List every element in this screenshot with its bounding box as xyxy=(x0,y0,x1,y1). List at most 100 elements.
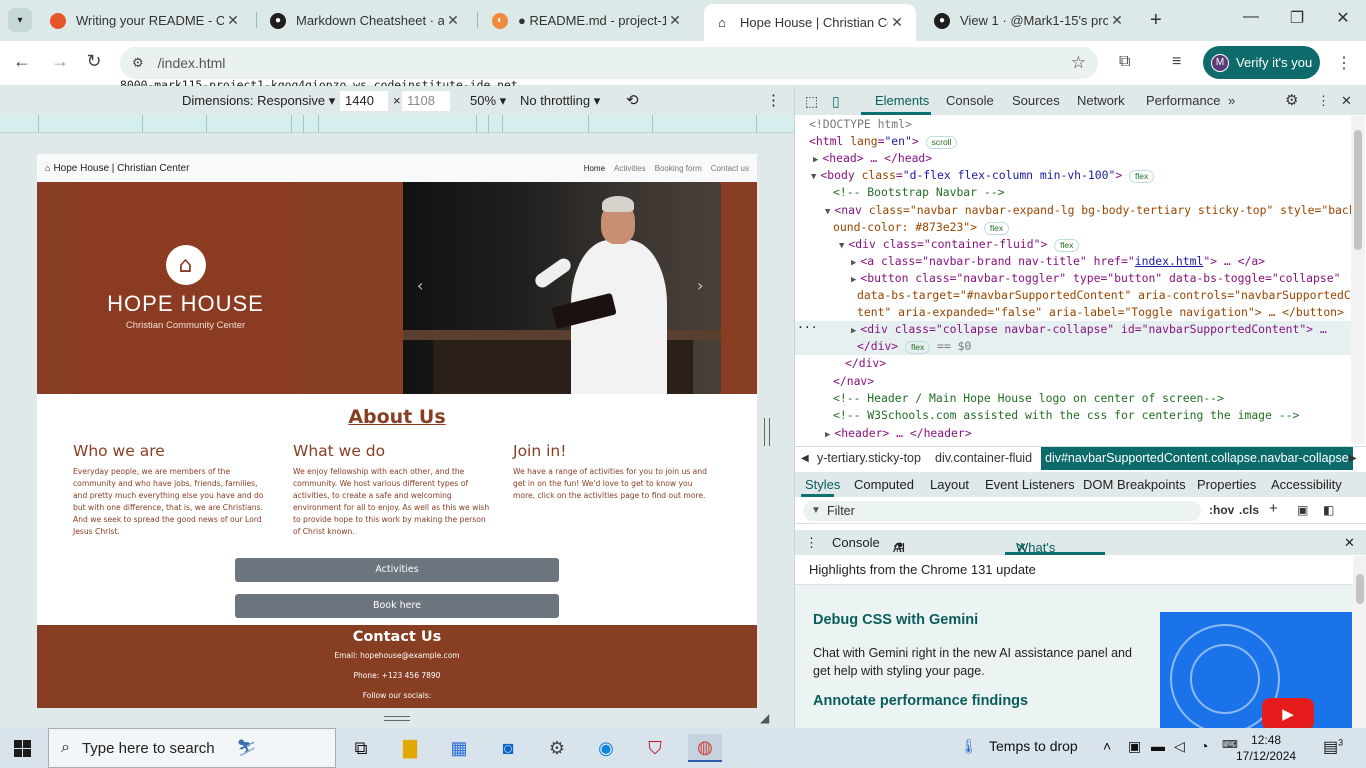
height-input[interactable]: 1108 xyxy=(402,91,450,111)
expand-arrow-icon[interactable]: ▶ xyxy=(851,258,856,268)
tab-properties[interactable]: Properties xyxy=(1197,477,1256,492)
expand-arrow-icon[interactable]: ▶ xyxy=(851,275,856,285)
expand-arrow-icon[interactable]: ▶ xyxy=(825,430,830,440)
feature-title-annotate[interactable]: Annotate performance findings xyxy=(813,693,1028,709)
close-icon[interactable]: ✕ xyxy=(444,12,462,29)
inspect-element-icon[interactable]: ⬚ xyxy=(805,93,818,110)
outlook-icon[interactable]: ◙ xyxy=(491,734,525,762)
close-icon[interactable]: ✕ xyxy=(224,12,242,29)
crumb-item[interactable]: div.container-fluid xyxy=(935,451,1032,465)
tab-accessibility[interactable]: Accessibility xyxy=(1271,477,1342,492)
resize-handle-bottom[interactable] xyxy=(384,716,410,721)
zoom-select[interactable]: 50% ▾ xyxy=(470,93,506,109)
drawer-tab-console[interactable]: Console xyxy=(832,535,880,550)
clock[interactable]: 12:48 17/12/2024 xyxy=(1236,732,1296,764)
tab-elements[interactable]: Elements xyxy=(875,93,929,108)
dom-line[interactable]: <!-- Header / Main Hope House logo on ce… xyxy=(833,390,1224,407)
tab-readme-gitpod[interactable]: ◐ ● README.md - project-1 - G ✕ xyxy=(482,4,694,37)
carousel-prev-icon[interactable]: ‹ xyxy=(417,276,423,295)
activities-button[interactable]: Activities xyxy=(235,558,559,582)
badge[interactable]: flex xyxy=(983,222,1010,235)
node-menu-icon[interactable]: ··· xyxy=(797,319,818,336)
devtools-menu-icon[interactable]: ⋮ xyxy=(1317,93,1330,109)
carousel-next-icon[interactable]: › xyxy=(697,276,703,295)
badge[interactable]: flex xyxy=(905,341,931,354)
address-bar[interactable]: ⚙ 8000-mark115-project1-kqog4giopzo.ws.c… xyxy=(120,47,1098,92)
mcafee-icon[interactable]: ⛉ xyxy=(638,734,672,762)
scroll-thumb[interactable] xyxy=(1356,574,1364,604)
close-drawer-icon[interactable]: ✕ xyxy=(1344,535,1355,551)
reload-button[interactable]: ↻ xyxy=(82,51,106,72)
video-thumbnail[interactable]: ▶ xyxy=(1160,612,1352,728)
settings-gear-icon[interactable]: ⚙ xyxy=(1285,91,1298,109)
weather-text[interactable]: Temps to drop xyxy=(989,738,1078,754)
dom-line[interactable]: </div> xyxy=(845,355,886,372)
network-icon[interactable]: ◔ xyxy=(1200,738,1208,754)
tab-view-project[interactable]: ● View 1 · @Mark1-15's proje ✕ xyxy=(924,4,1136,37)
dom-line[interactable]: <!DOCTYPE html> xyxy=(809,116,912,133)
tab-sources[interactable]: Sources xyxy=(1012,93,1060,108)
nav-link-contact[interactable]: Contact us xyxy=(711,164,749,173)
forward-button[interactable]: → xyxy=(48,51,72,72)
meet-icon[interactable]: ▣ xyxy=(1128,738,1141,755)
volume-icon[interactable]: ◁ xyxy=(1174,738,1185,755)
windows-start-icon[interactable] xyxy=(14,740,31,757)
nav-link-booking[interactable]: Booking form xyxy=(655,164,702,173)
badge[interactable]: flex xyxy=(1129,170,1155,183)
collapse-arrow-icon[interactable]: ▼ xyxy=(811,172,816,182)
nav-link-home[interactable]: Home xyxy=(584,164,605,173)
crumb-item-selected[interactable]: div#navbarSupportedContent.collapse.navb… xyxy=(1041,447,1353,470)
dimensions-select[interactable]: Dimensions: Responsive ▾ xyxy=(182,93,335,109)
expand-arrow-icon[interactable]: ▶ xyxy=(851,326,856,336)
dom-scrollbar[interactable] xyxy=(1351,116,1365,444)
extensions-icon[interactable]: ⧉ xyxy=(1119,53,1130,71)
badge[interactable]: flex xyxy=(1054,239,1080,252)
back-button[interactable]: ← xyxy=(10,51,34,72)
rotate-icon[interactable]: ⟲ xyxy=(626,91,639,109)
tab-search-button[interactable]: ▾ xyxy=(8,8,32,32)
site-info-icon[interactable]: ⚙ xyxy=(132,55,144,71)
media-control-icon[interactable]: ≡ xyxy=(1172,53,1181,71)
youtube-play-icon[interactable]: ▶ xyxy=(1262,698,1314,728)
tab-performance[interactable]: Performance xyxy=(1146,93,1220,108)
dom-line[interactable]: data-bs-target="#navbarSupportedContent"… xyxy=(857,287,1351,304)
tab-readme-code[interactable]: Writing your README - Code ✕ xyxy=(40,4,252,37)
book-here-button[interactable]: Book here xyxy=(235,594,559,618)
store-icon[interactable]: ▦ xyxy=(442,734,476,762)
width-input[interactable]: 1440 xyxy=(340,91,388,111)
crumb-item[interactable]: y-tertiary.sticky-top xyxy=(817,451,921,465)
settings-icon[interactable]: ⚙ xyxy=(540,734,574,762)
dom-line[interactable]: </nav> xyxy=(833,373,874,390)
dom-line[interactable]: <!-- W3Schools.com assisted with the css… xyxy=(833,407,1299,424)
tray-overflow-icon[interactable]: ˄ xyxy=(1103,738,1111,754)
tab-computed[interactable]: Computed xyxy=(854,477,914,492)
media-query-ruler[interactable] xyxy=(0,115,794,133)
badge[interactable]: scroll xyxy=(925,136,958,149)
dom-line[interactable]: </div> flex == $0 xyxy=(857,338,971,355)
close-window-button[interactable]: ✕ xyxy=(1320,8,1366,28)
more-tabs-icon[interactable]: » xyxy=(1228,93,1235,108)
device-toggle-icon[interactable]: ▯ xyxy=(832,93,840,110)
task-view-icon[interactable]: ⧉ xyxy=(344,734,378,762)
new-rule-icon[interactable]: + xyxy=(1269,500,1278,517)
close-icon[interactable]: ✕ xyxy=(888,14,906,31)
dom-line[interactable]: tent" aria-expanded="false" aria-label="… xyxy=(857,304,1344,321)
scroll-thumb[interactable] xyxy=(1354,130,1362,250)
drawer-menu-icon[interactable]: ⋮ xyxy=(805,535,818,551)
device-options-icon[interactable]: ⋮ xyxy=(766,91,781,109)
site-brand[interactable]: ⌂ Hope House | Christian Center xyxy=(45,163,189,174)
sidebar-toggle-icon[interactable]: ◧ xyxy=(1323,503,1334,517)
battery-icon[interactable]: ▬ xyxy=(1151,738,1165,754)
notification-icon[interactable]: ▤3 xyxy=(1323,737,1343,757)
dom-line[interactable]: ▶ <header> … </header> xyxy=(825,425,972,444)
tab-styles[interactable]: Styles xyxy=(805,477,840,492)
resize-handle-right[interactable] xyxy=(764,418,770,446)
element-state-icon[interactable]: ▣ xyxy=(1297,503,1308,517)
hov-toggle[interactable]: :hov xyxy=(1209,503,1234,517)
tab-hope-house[interactable]: ⌂ Hope House | Christian Com ✕ xyxy=(704,4,916,41)
file-explorer-icon[interactable]: ▇ xyxy=(393,734,427,762)
tab-layout[interactable]: Layout xyxy=(930,477,969,492)
tab-markdown-cheatsheet[interactable]: ● Markdown Cheatsheet · adam ✕ xyxy=(260,4,472,37)
feature-title-gemini[interactable]: Debug CSS with Gemini xyxy=(813,612,978,628)
dom-line[interactable]: <!-- Bootstrap Navbar --> xyxy=(833,184,1004,201)
